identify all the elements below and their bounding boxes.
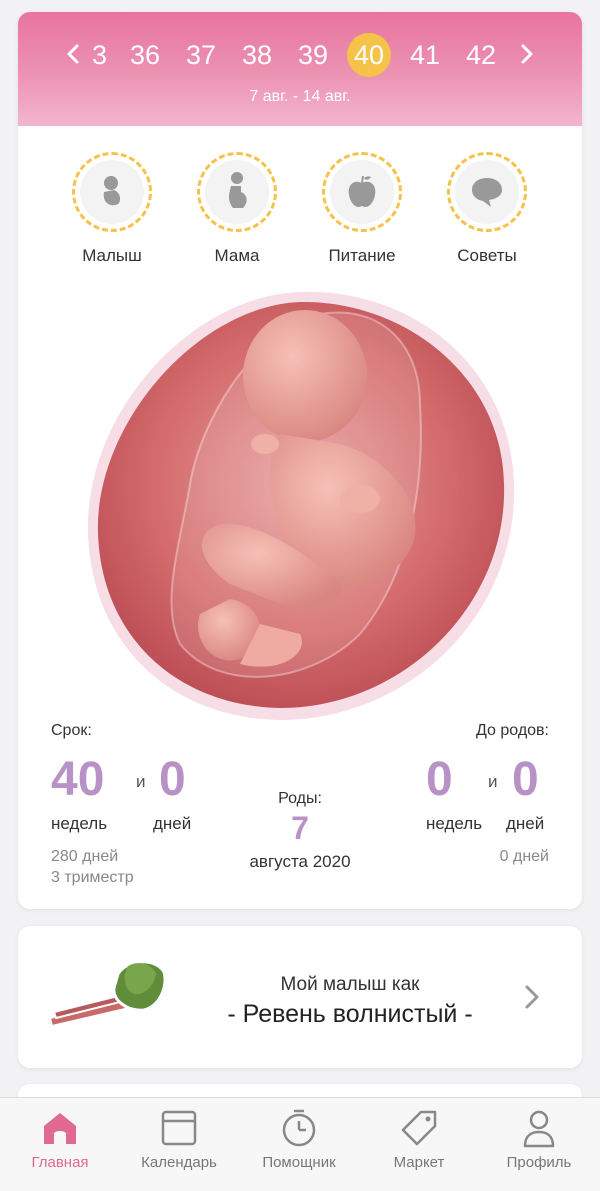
chevron-left-icon[interactable]: [60, 40, 88, 68]
tab-market[interactable]: Маркет: [359, 1108, 479, 1171]
category-baby[interactable]: Малыш: [57, 152, 167, 266]
tab-calendar[interactable]: Календарь: [119, 1108, 239, 1171]
remaining-weeks-unit: недель: [426, 814, 483, 833]
term-and: и: [136, 772, 146, 791]
bottom-tab-bar: Главная Календарь Помощник Маркет Профил…: [0, 1097, 600, 1191]
baby-icon: [103, 176, 121, 206]
due-label: Роды:: [278, 790, 322, 807]
week-42[interactable]: 42: [459, 38, 503, 72]
tab-label: Помощник: [262, 1154, 336, 1171]
tab-label: Маркет: [393, 1154, 445, 1171]
week-37[interactable]: 37: [179, 38, 223, 72]
baby-size-card[interactable]: Мой малыш как - Ревень волнистый -: [18, 926, 582, 1068]
tag-icon: [401, 1110, 437, 1146]
term-label: Срок:: [51, 722, 92, 739]
week-35[interactable]: 35: [92, 38, 108, 72]
speech-bubble-icon: [472, 178, 502, 207]
week-40-current[interactable]: 40: [347, 33, 391, 77]
category-label: Мама: [214, 246, 260, 265]
category-mom[interactable]: Мама: [182, 152, 292, 266]
chevron-right-icon[interactable]: [522, 982, 542, 1018]
category-row: Малыш Мама Питание Советы: [18, 152, 582, 272]
remaining-weeks-value: 0: [426, 753, 453, 806]
fetus-illustration: [80, 284, 520, 724]
category-nutrition[interactable]: Питание: [307, 152, 417, 266]
category-tips[interactable]: Советы: [432, 152, 542, 266]
timer-icon: [282, 1109, 316, 1147]
due-day: 7: [291, 810, 309, 846]
baby-size-name: - Ревень волнистый -: [227, 1000, 473, 1028]
stats-section: Срок: 40 и 0 недель дней 280 дней 3 трим…: [18, 704, 582, 904]
tab-profile[interactable]: Профиль: [479, 1108, 599, 1171]
category-label: Малыш: [82, 246, 142, 265]
calendar-icon: [161, 1110, 197, 1146]
tab-label: Профиль: [506, 1154, 572, 1171]
tab-home[interactable]: Главная: [0, 1108, 120, 1171]
tab-label: Календарь: [141, 1154, 217, 1171]
week-selector[interactable]: 35 36 37 38 39 40 41 42: [18, 33, 582, 77]
home-icon: [44, 1113, 76, 1144]
baby-size-subtitle: Мой малыш как: [280, 974, 420, 995]
chevron-right-icon[interactable]: [512, 40, 540, 68]
week-41[interactable]: 41: [403, 38, 447, 72]
tab-label: Главная: [31, 1154, 89, 1171]
apple-icon: [348, 175, 376, 207]
remaining-days-unit: дней: [506, 814, 545, 833]
tab-assistant[interactable]: Помощник: [239, 1108, 359, 1171]
week-card: 35 36 37 38 39 40 41 42 7 авг. - 14 авг.…: [18, 12, 582, 909]
pregnant-woman-icon: [229, 172, 247, 208]
week-39[interactable]: 39: [291, 38, 335, 72]
remaining-total-days: 0 дней: [499, 848, 549, 865]
due-month-year: августа 2020: [249, 852, 351, 871]
week-36[interactable]: 36: [123, 38, 167, 72]
week-38[interactable]: 38: [235, 38, 279, 72]
week-header: 35 36 37 38 39 40 41 42 7 авг. - 14 авг.: [18, 12, 582, 126]
week-date-range: 7 авг. - 14 авг.: [249, 88, 351, 105]
category-label: Советы: [457, 246, 517, 265]
remaining-label: До родов:: [476, 722, 549, 739]
rhubarb-image: [48, 956, 168, 1034]
category-label: Питание: [328, 246, 396, 265]
profile-icon: [523, 1110, 555, 1148]
remaining-days-value: 0: [512, 753, 539, 806]
remaining-and: и: [488, 772, 498, 791]
